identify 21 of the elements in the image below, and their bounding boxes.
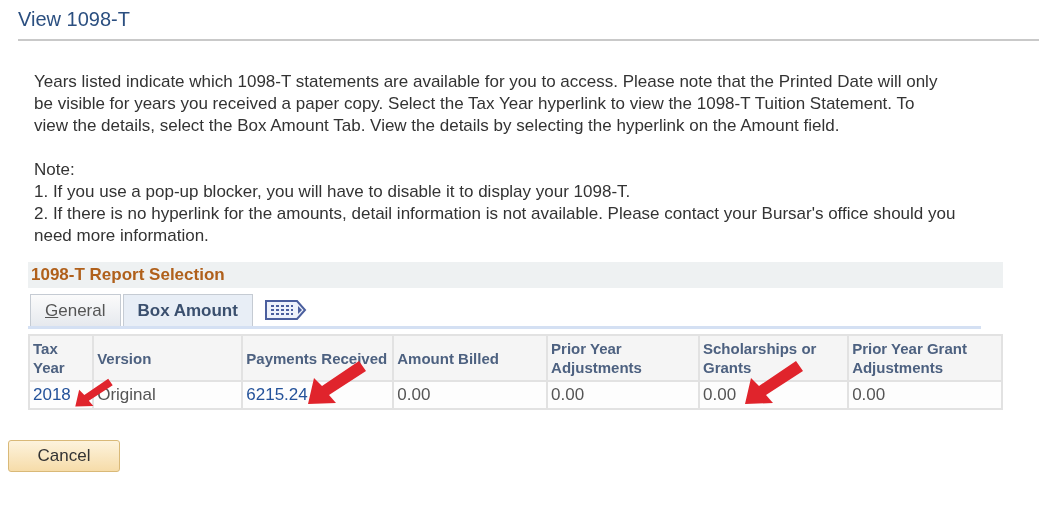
column-header: Prior Year Adjustments (547, 335, 699, 381)
column-header: Amount Billed (393, 335, 548, 381)
note-text: 2. If there is no hyperlink for the amounts, detail information is not available. Please contact your Bursar's office should you need more information. (34, 203, 957, 247)
column-header: Tax Year (29, 335, 94, 381)
column-header: Payments Received (242, 335, 394, 381)
page-title: View 1098-T (18, 7, 131, 32)
table-cell: 0.00 (551, 385, 585, 404)
note-heading: Note: (34, 159, 76, 181)
show-all-tabs-icon[interactable] (264, 299, 307, 321)
table-cell: 0.00 (703, 385, 737, 404)
table-cell: 0.00 (397, 385, 431, 404)
tab[interactable]: Box Amount (122, 294, 253, 326)
column-header: Scholarships or Grants (699, 335, 849, 381)
cancel-button[interactable]: Cancel (8, 440, 120, 472)
instructions-text: Years listed indicate which 1098-T statements are available for you to access. Please note that the Printed Date will only be visible for years you received a paper copy. Select the Tax Year hyperlink to view the 1098-T Tuition Statement. To view the details, select the Box Amount Tab. View the details by selecting the hyperlink on the Amount field. (34, 71, 939, 137)
tab[interactable]: General (30, 294, 121, 326)
note-text: 1. If you use a pop-up blocker, you will have to disable it to display your 1098-T. (34, 181, 632, 203)
column-header: Prior Year Grant Adjustments (848, 335, 1002, 381)
section-title: 1098-T Report Selection (28, 262, 1003, 288)
column-header: Version (93, 335, 243, 381)
table-cell: 0.00 (852, 385, 886, 404)
